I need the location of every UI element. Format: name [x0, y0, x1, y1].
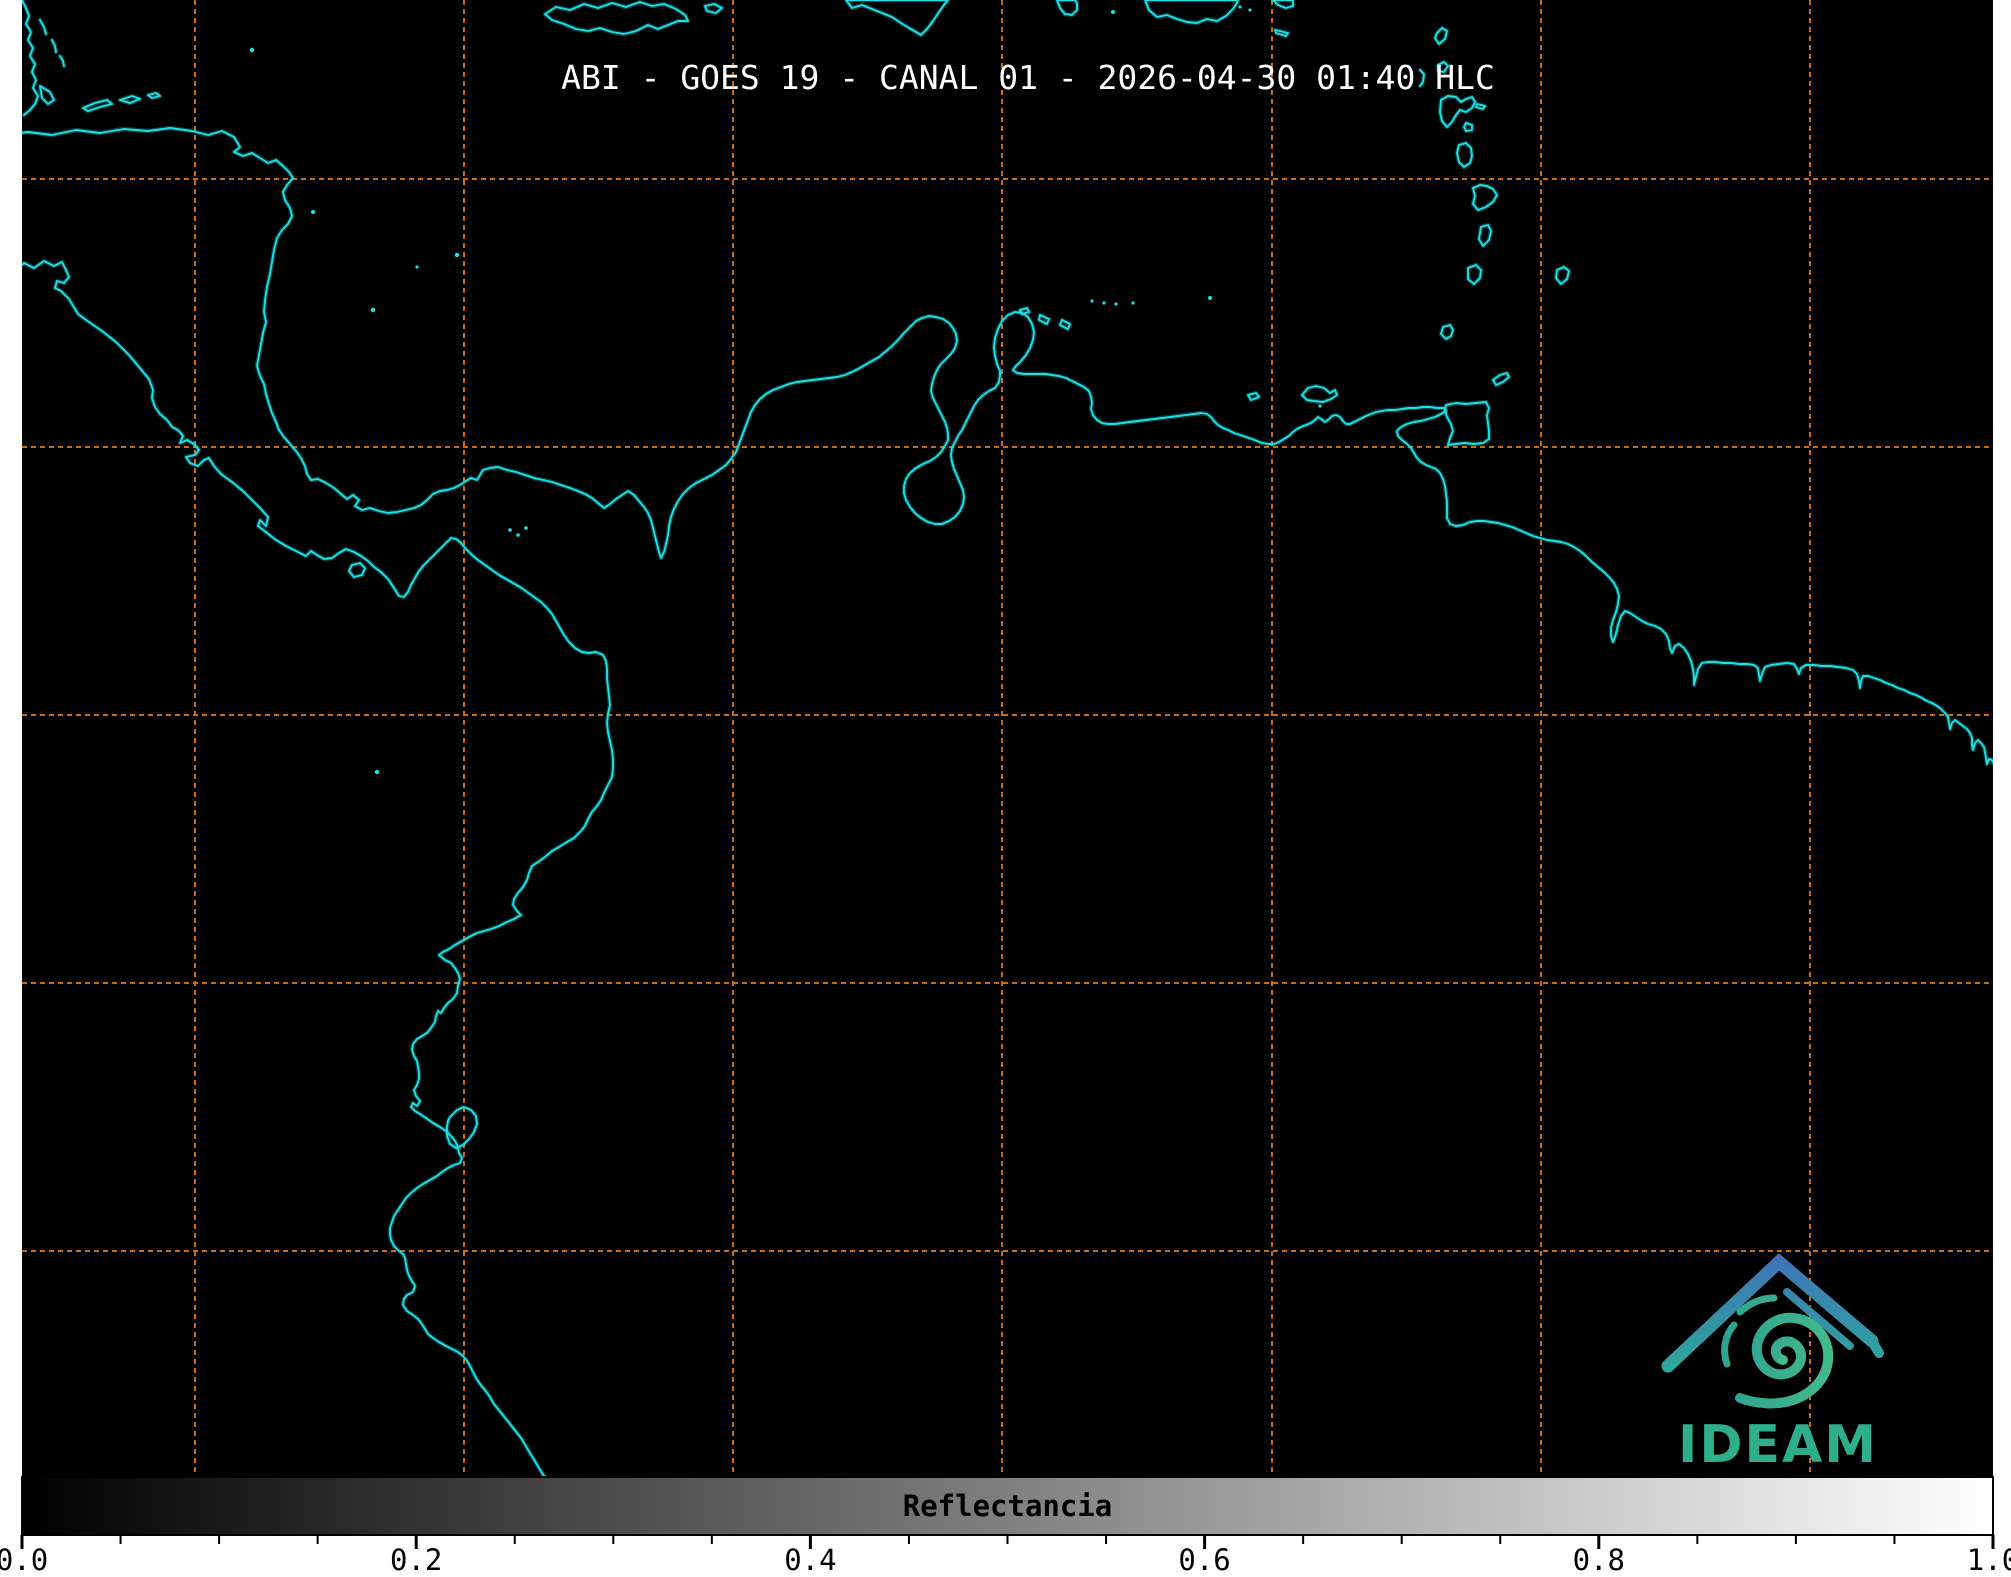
- map-background: [22, 0, 1993, 1477]
- swan-island-islet: [249, 47, 255, 53]
- little-cayman-speck-islet: [311, 210, 315, 214]
- navassa-islet: [1111, 10, 1115, 14]
- colorbar-tick-label: 0.8: [1573, 1543, 1625, 1577]
- pearl-island-a-islet: [508, 528, 512, 532]
- los-roques-a-islet: [1090, 299, 1094, 303]
- la-blanquilla-islet: [1208, 296, 1212, 300]
- colorbar-tick-label: 0.6: [1178, 1543, 1230, 1577]
- colorbar-tick-label: 1.0: [1967, 1543, 2011, 1577]
- saona-speck-b-islet: [1248, 8, 1252, 12]
- pearl-island-b-islet: [516, 533, 520, 537]
- providencia-islet: [454, 252, 460, 258]
- pearl-island-c-islet: [524, 526, 528, 530]
- colorbar-label: Reflectancia: [903, 1489, 1113, 1523]
- coche-island-islet: [1318, 404, 1322, 408]
- cayo-speck-islet: [415, 265, 419, 269]
- los-roques-c-islet: [1114, 302, 1118, 306]
- los-roques-b-islet: [1102, 301, 1106, 305]
- la-orchila-islet: [1131, 301, 1135, 305]
- san-andres-islet: [370, 307, 376, 313]
- colorbar-tick-label: 0.2: [390, 1543, 442, 1577]
- saona-speck-a-islet: [1238, 5, 1242, 9]
- colorbar-tick-label: 0.0: [0, 1543, 48, 1577]
- goes19-abi-canal01-scene: ABI - GOES 19 - CANAL 01 - 2026-04-30 01…: [0, 0, 2011, 1577]
- satellite-image-figure: ABI - GOES 19 - CANAL 01 - 2026-04-30 01…: [0, 0, 2011, 1577]
- ideam-logo-text: IDEAM: [1678, 1415, 1878, 1475]
- malpelo-island-islet: [374, 769, 380, 775]
- image-title: ABI - GOES 19 - CANAL 01 - 2026-04-30 01…: [561, 58, 1495, 97]
- colorbar-tick-label: 0.4: [784, 1543, 836, 1577]
